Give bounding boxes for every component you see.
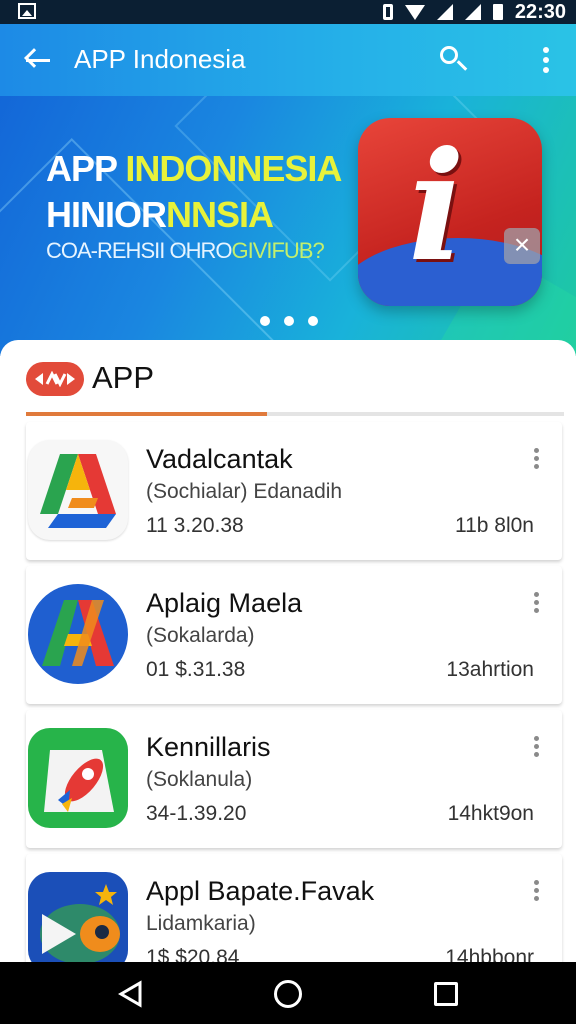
system-nav-bar [0, 962, 576, 1024]
app-downloads: 11b 8l0n [454, 514, 534, 537]
app-list-item[interactable]: Appl Bapate.Favak Lidamkaria) 1$ $20.84 … [26, 854, 562, 962]
back-arrow-icon[interactable] [18, 42, 58, 78]
app-list-item[interactable]: Kennillaris (Soklanula) 34-1.39.20 14hkt… [26, 710, 562, 848]
app-downloads: 14hbbonr [445, 946, 534, 962]
banner-page-indicator [260, 316, 318, 326]
item-menu-icon[interactable] [530, 878, 544, 904]
vibrate-icon [382, 4, 393, 20]
app-name: Aplaig Maela [146, 588, 303, 618]
fish-play-icon [28, 872, 128, 962]
app-category: Lidamkaria) [146, 912, 256, 935]
page-title: APP Indonesia [74, 44, 246, 74]
signal-icon-2 [464, 4, 481, 20]
signal-icon [436, 4, 453, 20]
google-drive-style-icon [28, 440, 128, 540]
home-icon[interactable] [274, 980, 302, 1008]
image-notification-icon [18, 3, 36, 19]
app-category: (Sochialar) Edanadih [146, 480, 343, 503]
app-downloads: 13ahrtion [446, 658, 534, 681]
multicolor-a-icon [28, 584, 128, 684]
app-downloads: 14hkt9on [447, 802, 534, 825]
promo-banner[interactable]: APP INDONNESIA HINIORNNSIA COA-REHSII OH… [0, 96, 576, 356]
status-time: 22:30 [514, 0, 566, 23]
search-icon[interactable] [436, 42, 472, 78]
page-dot[interactable] [284, 316, 294, 326]
promo-app-icon: i [358, 118, 542, 306]
recent-apps-icon[interactable] [434, 982, 458, 1006]
app-list-item[interactable]: Vadalcantak (Sochialar) Edanadih 11 3.20… [26, 422, 562, 560]
status-icons: 22:30 [382, 0, 566, 23]
app-price: 1$ $20.84 [146, 946, 240, 962]
app-name: Appl Bapate.Favak [146, 876, 375, 906]
item-menu-icon[interactable] [530, 734, 544, 760]
close-icon[interactable]: × [504, 228, 540, 264]
wifi-icon [404, 4, 425, 20]
rocket-icon [28, 728, 128, 828]
status-bar: 22:30 [0, 0, 576, 24]
banner-headline-2: HINIORNNSIA [46, 194, 274, 235]
page-dot[interactable] [260, 316, 270, 326]
tab-indicator-active[interactable] [26, 412, 267, 416]
app-category: (Soklanula) [146, 768, 253, 791]
app-name: Vadalcantak [146, 444, 293, 474]
banner-headline: APP INDONNESIA [46, 148, 342, 189]
app-name: Kennillaris [146, 732, 271, 762]
app-price: 34-1.39.20 [146, 802, 247, 825]
app-list: Vadalcantak (Sochialar) Edanadih 11 3.20… [26, 418, 562, 962]
banner-subtitle: COA-REHSII OHROGIVIFUB? [46, 238, 325, 263]
battery-icon [492, 4, 503, 20]
app-price: 11 3.20.38 [146, 514, 244, 537]
app-list-item[interactable]: Aplaig Maela (Sokalarda) 01 $.31.38 13ah… [26, 566, 562, 704]
content-sheet: APP Vadalcantak (Sochialar) Edanadih 11 … [0, 340, 576, 962]
page-dot[interactable] [308, 316, 318, 326]
overflow-menu-icon[interactable] [534, 44, 558, 76]
app-bar: APP Indonesia [0, 24, 576, 96]
app-category: (Sokalarda) [146, 624, 255, 647]
section-title: APP [92, 360, 155, 395]
back-icon[interactable] [118, 980, 144, 1008]
brand-logo-icon [26, 362, 84, 396]
item-menu-icon[interactable] [530, 446, 544, 472]
item-menu-icon[interactable] [530, 590, 544, 616]
app-price: 01 $.31.38 [146, 658, 246, 681]
